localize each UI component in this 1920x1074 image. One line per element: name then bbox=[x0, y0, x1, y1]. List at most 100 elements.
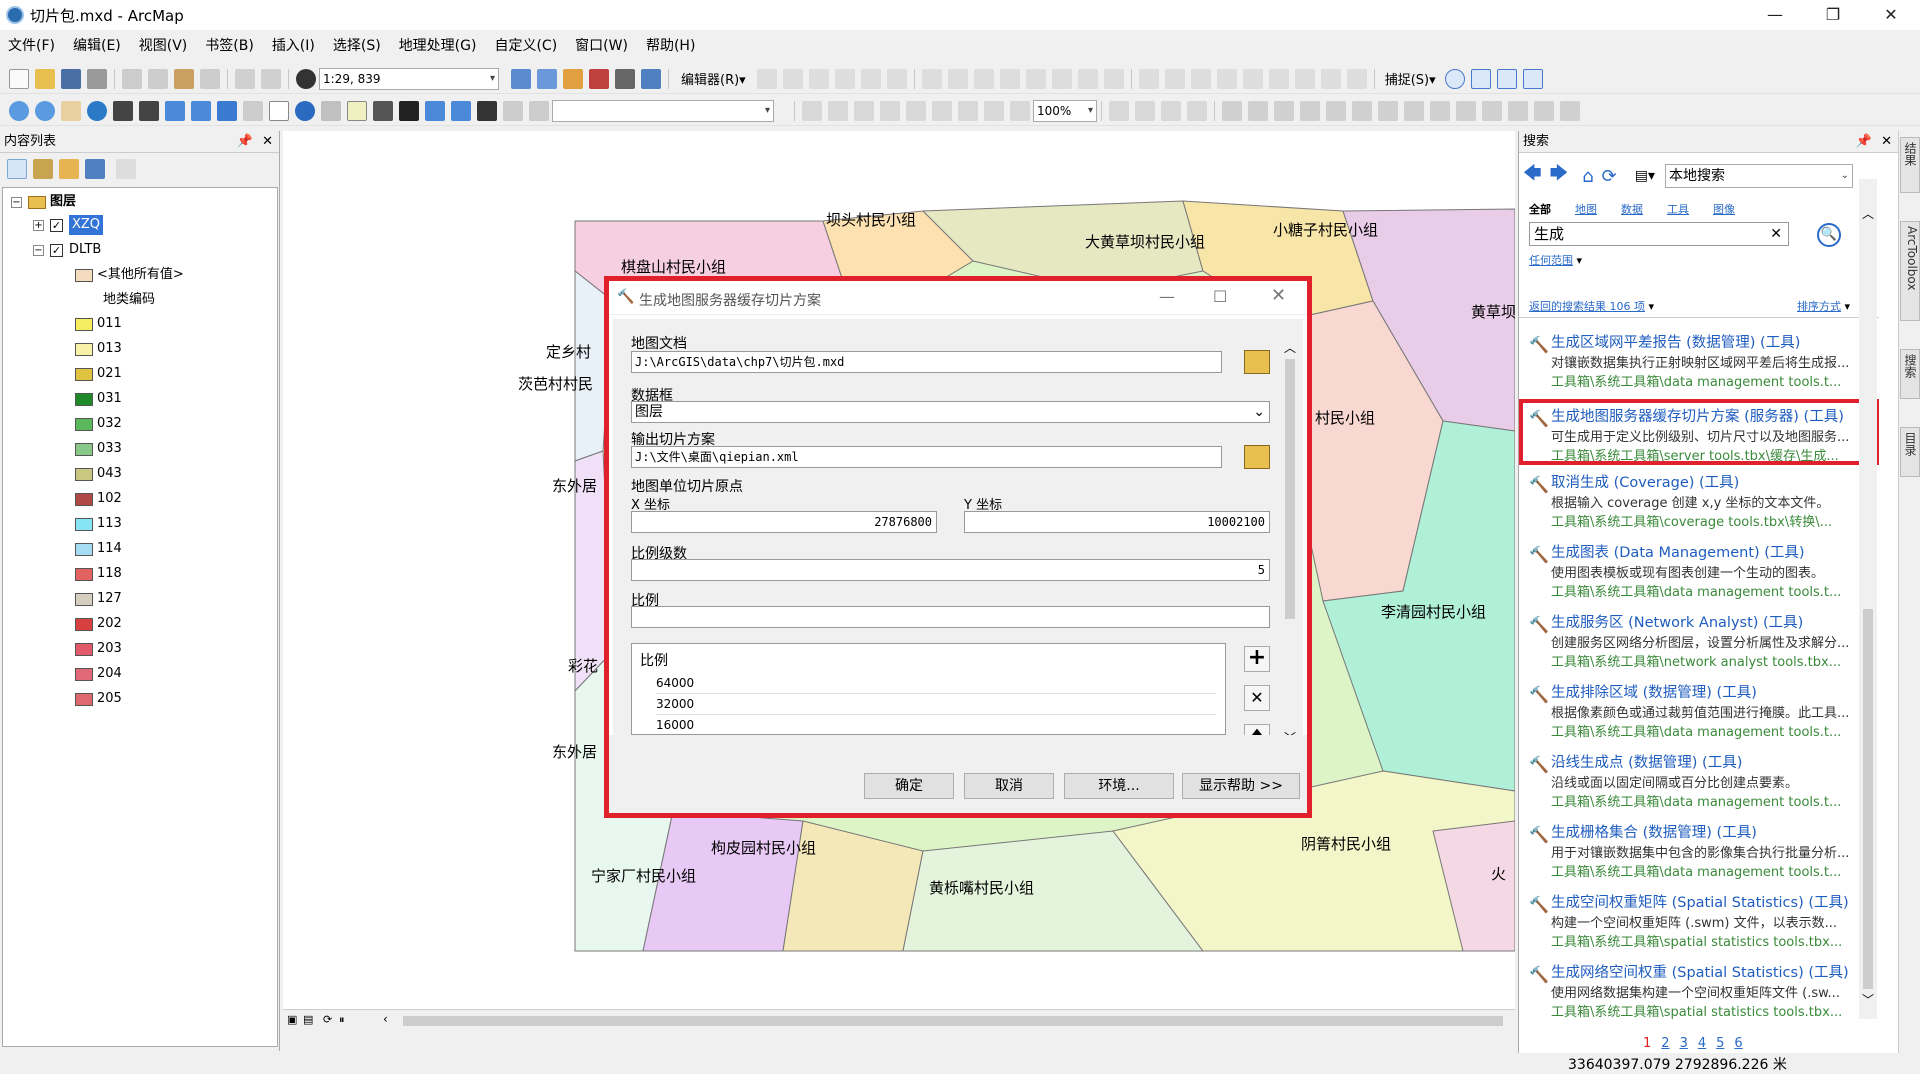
tab-search[interactable]: 搜索 bbox=[1900, 349, 1920, 399]
zoom-out-icon[interactable] bbox=[35, 100, 55, 121]
layout-fixed-zoom-in-icon[interactable] bbox=[932, 100, 952, 121]
scroll-up-icon[interactable]: ︿ bbox=[1862, 205, 1874, 222]
data-frame-select[interactable]: 图层 ⌄ bbox=[631, 401, 1270, 423]
update-display-icon[interactable] bbox=[1430, 100, 1450, 121]
adjust-links-icon[interactable] bbox=[1508, 100, 1528, 121]
page-link[interactable]: 3 bbox=[1680, 1036, 1688, 1051]
layer-dltb-checkbox[interactable]: ✓ bbox=[50, 243, 63, 257]
zoom-100-icon[interactable] bbox=[906, 100, 926, 121]
list-by-drawing-order-icon[interactable] bbox=[7, 159, 27, 179]
home-icon[interactable]: ⌂ bbox=[1582, 166, 1593, 187]
x-coord-field[interactable]: 27876800 bbox=[631, 511, 937, 533]
back-arrow-icon[interactable] bbox=[165, 100, 185, 121]
open-folder-icon[interactable] bbox=[35, 68, 55, 89]
point-icon[interactable] bbox=[886, 68, 907, 89]
legend-item[interactable]: 032 bbox=[75, 414, 122, 434]
result-title[interactable]: 生成地图服务器缓存切片方案 (服务器) (工具) bbox=[1551, 405, 1851, 426]
layout-view-icon[interactable] bbox=[537, 68, 557, 89]
search-result-item[interactable]: 🔨 生成图表 (Data Management) (工具) 使用图表模板或现有图表创… bbox=[1523, 539, 1895, 605]
result-title[interactable]: 生成栅格集合 (数据管理) (工具) bbox=[1551, 821, 1851, 842]
fixed-zoom-in-icon[interactable] bbox=[113, 100, 133, 121]
search-result-item[interactable]: 🔨 沿线生成点 (数据管理) (工具) 沿线或面以固定间隔或百分比创建点要素。 工具箱… bbox=[1523, 749, 1895, 815]
tab-results[interactable]: 结果 bbox=[1900, 137, 1920, 193]
data-view-icon[interactable]: ▣ bbox=[287, 1013, 297, 1026]
result-title[interactable]: 生成区域网平差报告 (数据管理) (工具) bbox=[1551, 331, 1851, 352]
link-table-icon[interactable] bbox=[1274, 100, 1294, 121]
close-icon[interactable]: ✕ bbox=[1881, 131, 1892, 153]
vertex-snapping-icon[interactable] bbox=[1496, 68, 1517, 89]
legend-item[interactable]: 127 bbox=[75, 589, 122, 609]
menu-file[interactable]: 文件(F) bbox=[8, 35, 55, 55]
clear-selection-icon[interactable] bbox=[243, 100, 263, 121]
scroll-left-icon[interactable]: ‹ bbox=[383, 1012, 388, 1026]
collapse-icon[interactable]: − bbox=[33, 244, 44, 256]
search-result-item[interactable]: 🔨 生成区域网平差报告 (数据管理) (工具) 对镶嵌数据集执行正射映射区域网平差后… bbox=[1523, 329, 1895, 395]
scrollbar-thumb[interactable] bbox=[1285, 359, 1295, 619]
search-result-item[interactable]: 🔨 生成地图服务器缓存切片方案 (服务器) (工具) 可生成用于定义比例级别、切片尺… bbox=[1519, 399, 1879, 465]
result-title[interactable]: 沿线生成点 (数据管理) (工具) bbox=[1551, 751, 1851, 772]
legend-item[interactable]: 202 bbox=[75, 614, 122, 634]
delete-icon[interactable] bbox=[200, 68, 220, 89]
edit-annotation-icon[interactable] bbox=[782, 68, 803, 89]
scale-list[interactable]: 比例 64000 32000 16000 8000 bbox=[631, 643, 1226, 735]
pin-icon[interactable]: 📌 bbox=[1856, 131, 1872, 153]
list-by-visibility-icon[interactable] bbox=[59, 159, 79, 179]
network-icon[interactable] bbox=[1320, 68, 1341, 89]
back-arrow-icon[interactable]: 🡄 bbox=[1523, 161, 1542, 191]
next-extent-icon[interactable] bbox=[1010, 100, 1030, 121]
filter-images[interactable]: 图像 bbox=[1713, 201, 1735, 217]
add-data-icon[interactable] bbox=[296, 68, 316, 89]
rotate-raster-icon[interactable] bbox=[1300, 100, 1320, 121]
sketch-properties-icon[interactable] bbox=[1077, 68, 1098, 89]
change-layout-icon[interactable] bbox=[1161, 100, 1181, 121]
save-icon[interactable] bbox=[61, 68, 81, 89]
expand-icon[interactable]: + bbox=[33, 219, 44, 231]
search-result-item[interactable]: 🔨 生成空间权重矩阵 (Spatial Statistics) (工具) 构建一个空… bbox=[1523, 889, 1895, 955]
georef-tool-icon[interactable] bbox=[1222, 100, 1242, 121]
output-scheme-field[interactable]: J:\文件\桌面\qiepian.xml bbox=[631, 446, 1222, 468]
show-help-button[interactable]: 显示帮助 >> bbox=[1182, 773, 1300, 799]
menu-geoprocessing[interactable]: 地理处理(G) bbox=[399, 35, 477, 55]
filter-data[interactable]: 数据 bbox=[1621, 201, 1643, 217]
result-title[interactable]: 生成图表 (Data Management) (工具) bbox=[1551, 541, 1851, 562]
rotate-icon[interactable] bbox=[1025, 68, 1046, 89]
hyperlink-icon[interactable] bbox=[321, 100, 341, 121]
toggle-draft-mode-icon[interactable] bbox=[1109, 100, 1129, 121]
show-shared-features-icon[interactable] bbox=[1216, 68, 1237, 89]
end-point-arc-icon[interactable] bbox=[834, 68, 855, 89]
scroll-up-icon[interactable]: ︿ bbox=[1284, 339, 1296, 356]
layout-zoom-combo[interactable]: 100% ▾ bbox=[1033, 99, 1097, 122]
layout-zoom-in-icon[interactable] bbox=[802, 100, 822, 121]
split-icon[interactable] bbox=[999, 68, 1020, 89]
result-title[interactable]: 生成排除区域 (数据管理) (工具) bbox=[1551, 681, 1851, 702]
list-item[interactable]: 16000 bbox=[656, 718, 1216, 734]
list-by-selection-icon[interactable] bbox=[85, 159, 105, 179]
legend-item[interactable]: 113 bbox=[75, 514, 122, 534]
point-snapping-icon[interactable] bbox=[1444, 68, 1465, 89]
layout-view-tab-icon[interactable]: ▤ bbox=[303, 1013, 313, 1026]
fixed-zoom-out-icon[interactable] bbox=[139, 100, 159, 121]
result-title[interactable]: 生成服务区 (Network Analyst) (工具) bbox=[1551, 611, 1851, 632]
list-by-source-icon[interactable] bbox=[33, 159, 53, 179]
menu-help[interactable]: 帮助(H) bbox=[646, 35, 695, 55]
legend-item[interactable]: 021 bbox=[75, 364, 122, 384]
zoom-whole-page-icon[interactable] bbox=[880, 100, 900, 121]
topology-edit-icon[interactable] bbox=[1190, 68, 1211, 89]
scroll-down-icon[interactable]: ﹀ bbox=[1862, 991, 1874, 1008]
legend-item[interactable]: 033 bbox=[75, 439, 122, 459]
sort-menu[interactable]: 排序方式 ▾ bbox=[1797, 298, 1850, 314]
legend-item[interactable]: 102 bbox=[75, 489, 122, 509]
find-binoculars-icon[interactable] bbox=[399, 100, 419, 121]
dialog-minimize-button[interactable]: — bbox=[1159, 287, 1175, 306]
result-count[interactable]: 返回的搜索结果 106 项 ▾ bbox=[1529, 298, 1654, 314]
select-elements-arrow-icon[interactable] bbox=[269, 100, 289, 121]
tab-arctoolbox[interactable]: ArcToolbox bbox=[1900, 221, 1920, 321]
search-result-item[interactable]: 🔨 生成网络空间权重 (Spatial Statistics) (工具) 使用网络数… bbox=[1523, 959, 1895, 1025]
filter-all[interactable]: 全部 bbox=[1529, 201, 1551, 217]
legend-item[interactable]: 205 bbox=[75, 689, 122, 709]
editor-toolbar-icon[interactable] bbox=[511, 68, 531, 89]
legend-item[interactable]: 013 bbox=[75, 339, 122, 359]
layer-dltb[interactable]: − ✓ DLTB bbox=[33, 240, 101, 260]
legend-item[interactable]: 203 bbox=[75, 639, 122, 659]
forward-arrow-icon[interactable]: 🡆 bbox=[1550, 161, 1569, 191]
